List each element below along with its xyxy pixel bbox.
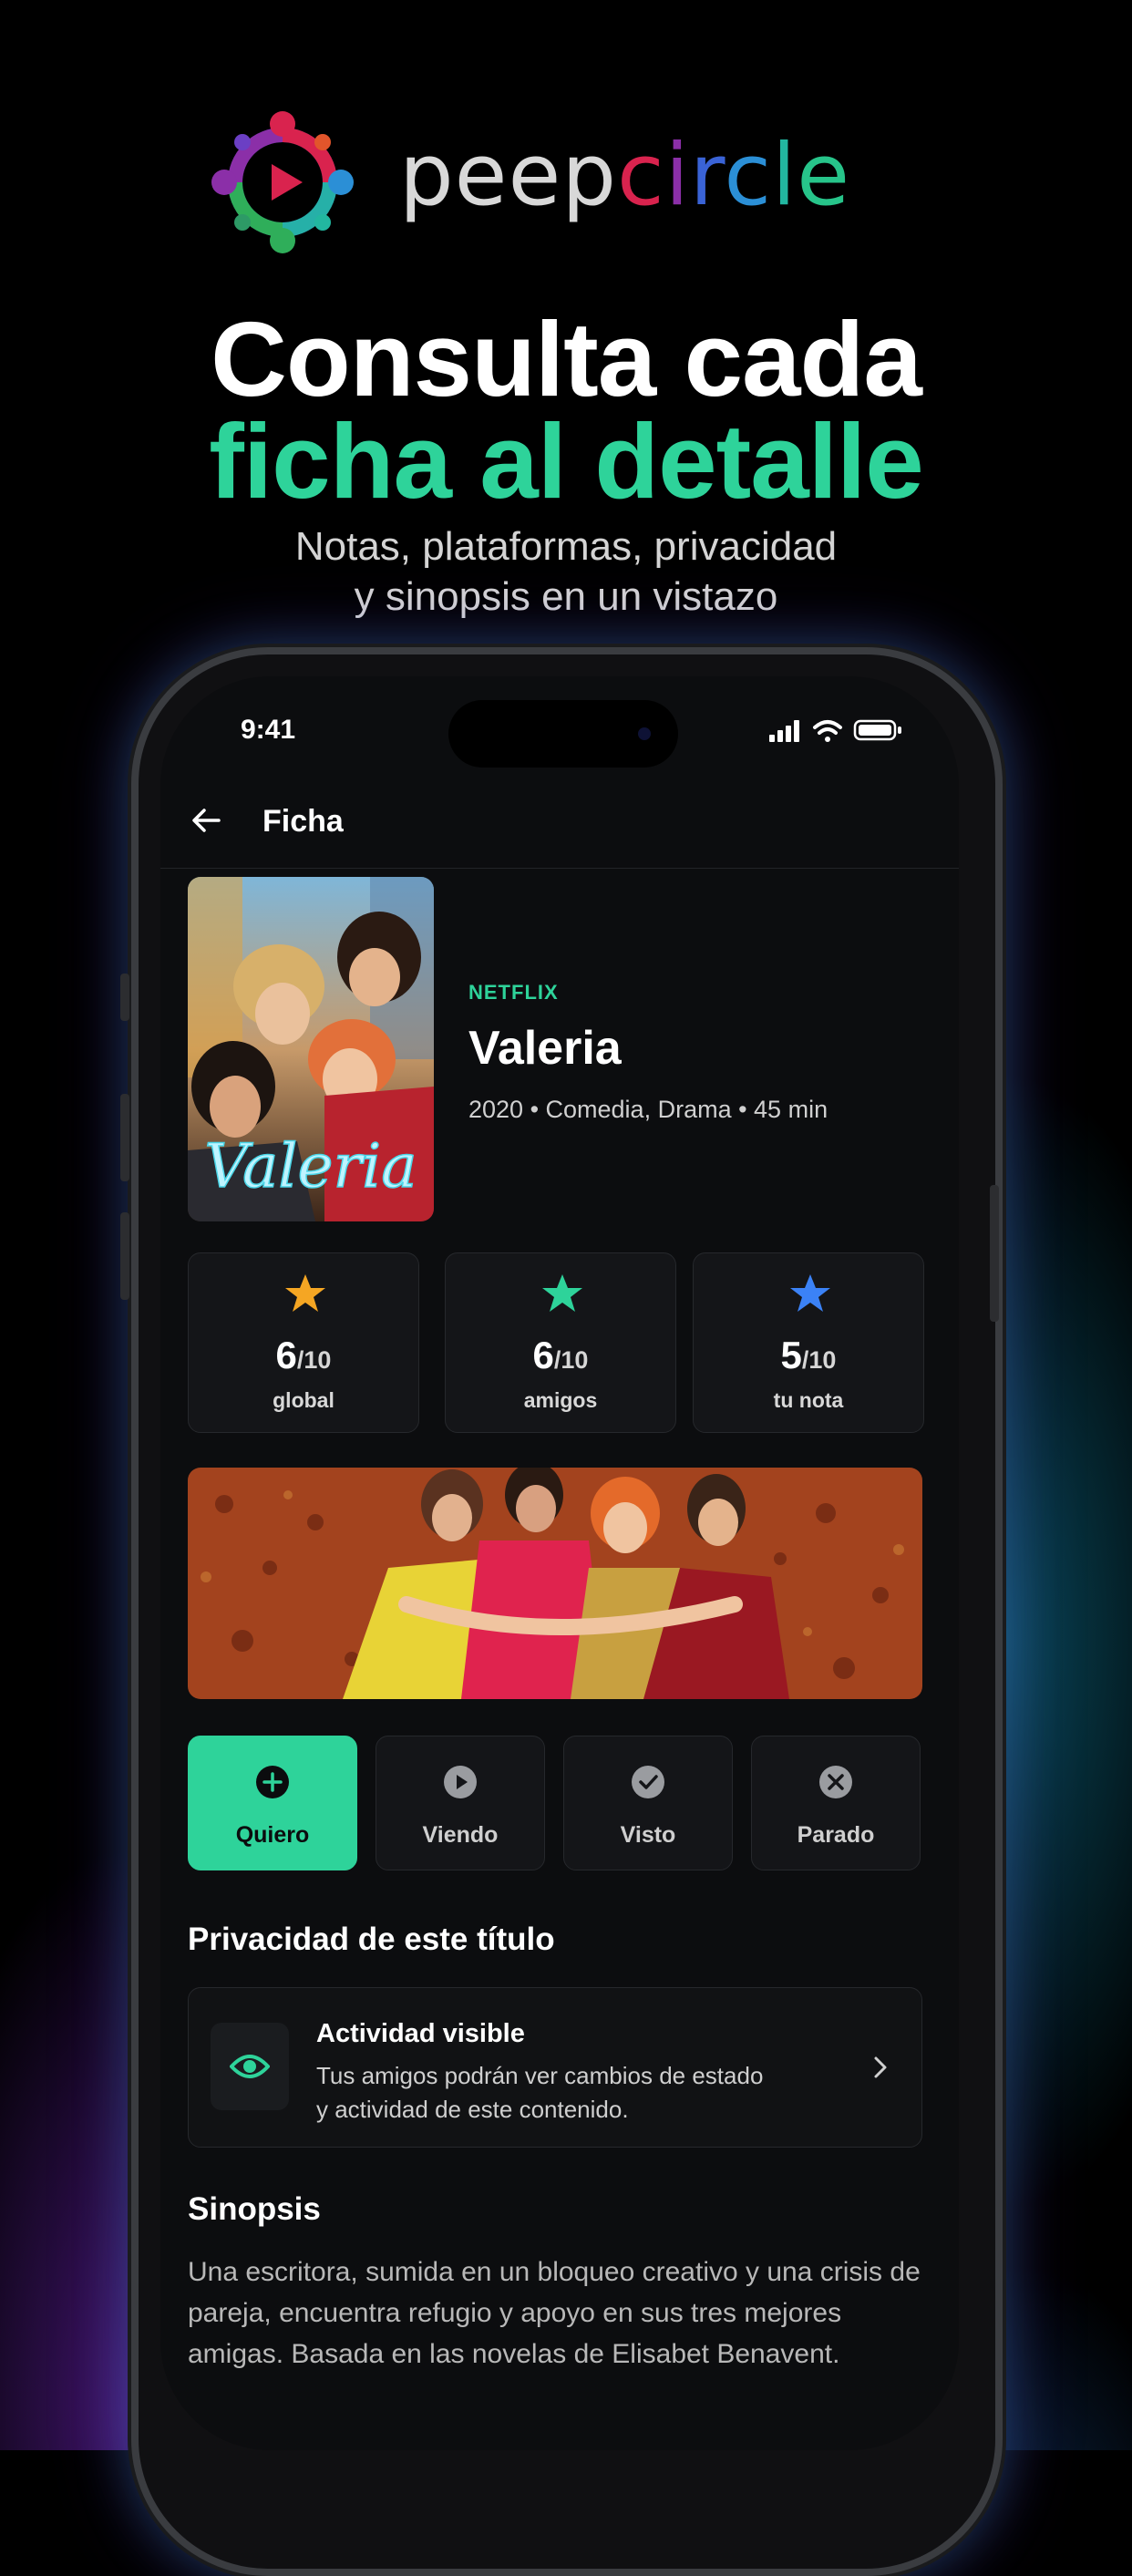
rating-label: amigos xyxy=(523,1388,598,1412)
subtitle-line2: y sinopsis en un vistazo xyxy=(354,574,778,619)
wordmark-letter: r xyxy=(689,126,725,225)
rating-mine[interactable]: 5/10 tu nota xyxy=(693,1252,924,1433)
rating-value: 5 xyxy=(780,1334,802,1376)
signal-icon xyxy=(769,720,799,742)
rating-score: 5/10 xyxy=(694,1334,923,1377)
platform-label: NETFLIX xyxy=(468,981,559,1004)
rating-label: global xyxy=(273,1388,334,1412)
backdrop-image[interactable] xyxy=(188,1468,922,1699)
subtitle-line1: Notas, plataformas, privacidad xyxy=(294,524,838,569)
backdrop-artwork xyxy=(188,1468,922,1699)
brand-header: peepcircle xyxy=(208,108,937,263)
headline-line2: ficha al detalle xyxy=(209,402,923,520)
wordmark-letter: l xyxy=(772,126,798,225)
state-button-parado[interactable]: Parado xyxy=(751,1736,921,1870)
headline-line1: Consulta cada xyxy=(211,300,922,418)
title-heading: Valeria xyxy=(468,1022,622,1075)
state-button-viendo[interactable]: Viendo xyxy=(376,1736,545,1870)
rating-scale: /10 xyxy=(296,1346,332,1374)
poster-artwork: Valeria xyxy=(188,877,434,1221)
wifi-icon xyxy=(813,720,842,742)
privacy-text-line2: y actividad de este contenido. xyxy=(316,2096,629,2123)
star-icon xyxy=(542,1274,582,1312)
rating-score: 6/10 xyxy=(446,1334,675,1377)
wordmark-peep: peep xyxy=(399,126,617,225)
app-screen: 9:41 Ficha Valeria NETFLIX Valeria 2020 … xyxy=(160,676,959,2450)
synopsis-text: Una escritora, sumida en un bloqueo crea… xyxy=(188,2257,921,2369)
camera-dot xyxy=(638,727,651,740)
rating-scale: /10 xyxy=(801,1346,837,1374)
phone-volume-up xyxy=(120,1094,129,1181)
status-icons xyxy=(769,719,901,742)
poster-title-text: Valeria xyxy=(204,1131,417,1201)
star-icon xyxy=(285,1274,325,1312)
eye-icon-box xyxy=(211,2023,289,2110)
state-button-visto[interactable]: Visto xyxy=(563,1736,733,1870)
poster-image[interactable]: Valeria xyxy=(188,877,434,1221)
privacy-heading: Actividad visible xyxy=(316,2019,525,2048)
battery-icon xyxy=(853,719,901,741)
state-label: Parado xyxy=(797,1822,875,1848)
phone-action-button xyxy=(120,974,129,1021)
rating-global: 6/10 global xyxy=(188,1252,419,1433)
rating-value: 6 xyxy=(532,1334,554,1376)
phone-power-button xyxy=(990,1185,999,1322)
eye-icon xyxy=(230,2055,270,2078)
plus-circle-icon xyxy=(256,1766,289,1798)
play-circle-people-icon xyxy=(211,111,354,253)
play-circle-icon xyxy=(444,1766,477,1798)
title-meta: 2020 • Comedia, Drama • 45 min xyxy=(468,1096,828,1123)
privacy-text: Tus amigos podrán ver cambios de estado … xyxy=(316,2059,845,2127)
rating-value: 6 xyxy=(275,1334,297,1376)
wordmark-letter: i xyxy=(664,126,690,225)
privacy-card[interactable]: Actividad visible Tus amigos podrán ver … xyxy=(188,1987,922,2148)
rating-friends: 6/10 amigos xyxy=(445,1252,676,1433)
rating-scale: /10 xyxy=(553,1346,589,1374)
state-label: Viendo xyxy=(422,1822,499,1848)
state-label: Visto xyxy=(620,1822,676,1848)
synopsis-section-title: Sinopsis xyxy=(188,2191,321,2227)
state-button-quiero[interactable]: Quiero xyxy=(188,1736,357,1870)
wordmark-letter: c xyxy=(724,126,773,225)
page-title: Ficha xyxy=(262,804,344,839)
state-label: Quiero xyxy=(235,1822,310,1848)
privacy-section-title: Privacidad de este título xyxy=(188,1922,555,1957)
chevron-right-icon xyxy=(874,2056,887,2078)
privacy-text-line1: Tus amigos podrán ver cambios de estado xyxy=(316,2062,764,2089)
dynamic-island xyxy=(448,700,678,768)
check-circle-icon xyxy=(632,1766,664,1798)
wordmark-letter: c xyxy=(617,126,665,225)
status-time: 9:41 xyxy=(241,715,296,745)
navbar: Ficha xyxy=(160,777,959,869)
arrow-left-icon[interactable] xyxy=(188,802,224,839)
rating-score: 6/10 xyxy=(189,1334,418,1377)
phone-volume-down xyxy=(120,1212,129,1300)
brand-wordmark: peepcircle xyxy=(399,133,850,219)
star-icon xyxy=(790,1274,830,1312)
wordmark-letter: e xyxy=(797,126,851,225)
x-circle-icon xyxy=(819,1766,852,1798)
rating-label: tu nota xyxy=(773,1388,844,1412)
